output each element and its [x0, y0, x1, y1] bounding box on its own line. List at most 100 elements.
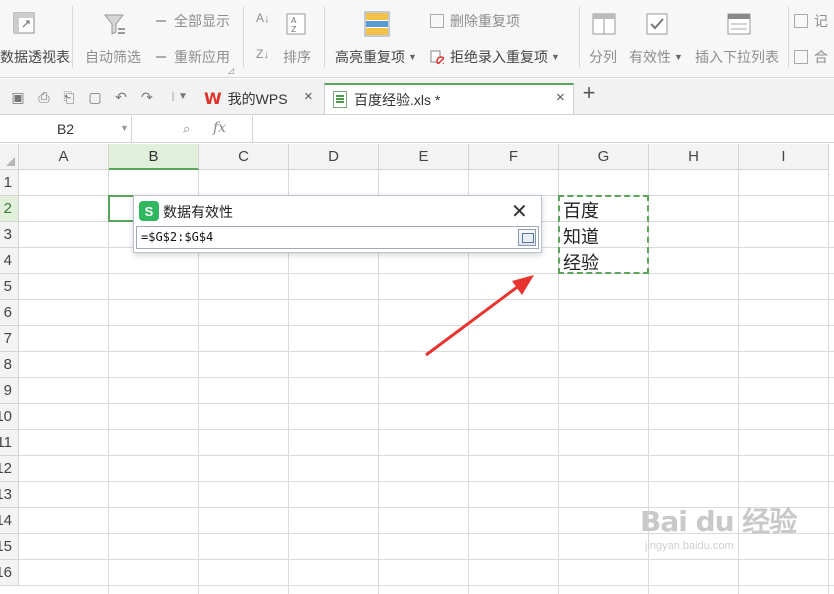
name-box[interactable]: B2: [0, 116, 132, 142]
row-header-8[interactable]: 8: [0, 352, 19, 378]
close-icon[interactable]: ✕: [511, 199, 528, 224]
print-preview-icon[interactable]: ▢: [87, 89, 103, 105]
tab-file[interactable]: 百度经验.xls * ×: [324, 83, 574, 114]
column-header-a[interactable]: A: [19, 144, 109, 170]
autofilter-button[interactable]: 自动筛选: [85, 47, 141, 67]
filter-small-icon: [154, 14, 168, 28]
select-all-corner[interactable]: [0, 144, 19, 170]
range-input[interactable]: =$G$2:$G$4: [136, 226, 539, 249]
reapply-button[interactable]: 重新应用: [154, 47, 230, 67]
row-header-3[interactable]: 3: [0, 222, 19, 248]
column-header-f[interactable]: F: [469, 144, 559, 170]
chevron-down-icon: ▼: [551, 52, 560, 62]
spreadsheet-file-icon: [333, 91, 347, 108]
record-label: 记: [814, 13, 828, 29]
function-icon[interactable]: fx: [213, 120, 226, 136]
formula-input[interactable]: [252, 116, 834, 142]
save-as-icon[interactable]: ⎙: [36, 89, 52, 105]
row-header-4[interactable]: 4: [0, 248, 19, 274]
column-header-b[interactable]: B: [109, 144, 199, 170]
chevron-down-icon: ▼: [408, 52, 417, 62]
merge-icon: [794, 50, 808, 64]
filter-refresh-icon: [154, 50, 168, 64]
row-header-1[interactable]: 1: [0, 170, 19, 196]
row-header-11[interactable]: 11: [0, 430, 19, 456]
column-header-d[interactable]: D: [289, 144, 379, 170]
row-header-12[interactable]: 12: [0, 456, 19, 482]
show-all-button[interactable]: 全部显示: [154, 11, 230, 31]
svg-text:A: A: [291, 16, 297, 25]
highlight-duplicates-button[interactable]: 高亮重复项 ▼: [335, 47, 417, 67]
row-gridline: [19, 403, 834, 404]
filter-options-launcher[interactable]: ◿: [228, 66, 234, 75]
row-header-9[interactable]: 9: [0, 378, 19, 404]
spreadsheet-window: 数据透视表 自动筛选 全部显示 重新应用 ◿ A↓ Z↓ A Z 排序 高亮重复…: [0, 0, 834, 594]
merge-label: 合: [814, 49, 828, 65]
column-gridline: [828, 170, 829, 594]
chevron-down-icon[interactable]: ▼: [120, 123, 129, 133]
dialog-title: 数据有效性: [163, 204, 233, 220]
record-button[interactable]: 记: [794, 11, 828, 31]
tab-file-label: 百度经验.xls *: [354, 91, 441, 108]
annotation-arrow-icon: [425, 275, 534, 357]
row-header-2[interactable]: 2: [0, 196, 19, 222]
insert-dropdown-button[interactable]: 插入下拉列表: [695, 47, 779, 67]
close-icon[interactable]: ×: [556, 89, 565, 106]
column-header-h[interactable]: H: [649, 144, 739, 170]
zoom-search-icon[interactable]: ⌕: [183, 121, 190, 137]
row-gridline: [19, 455, 834, 456]
column-header-c[interactable]: C: [199, 144, 289, 170]
range-picker-icon[interactable]: [518, 229, 536, 246]
pivot-table-icon: [13, 12, 35, 34]
row-header-13[interactable]: 13: [0, 482, 19, 508]
row-gridline: [19, 377, 834, 378]
save-icon[interactable]: ▣: [10, 89, 26, 105]
sort-descending-icon[interactable]: Z↓: [256, 47, 269, 61]
delete-duplicates-button[interactable]: 删除重复项: [430, 11, 520, 31]
split-columns-icon: [592, 13, 616, 35]
row-header-5[interactable]: 5: [0, 274, 19, 300]
data-validation-dialog: S 数据有效性 ✕ =$G$2:$G$4: [133, 195, 542, 253]
row-header-16[interactable]: 16: [0, 560, 19, 586]
pivot-table-button[interactable]: 数据透视表: [0, 47, 70, 67]
svg-text:Z: Z: [291, 25, 297, 34]
sort-ascending-icon[interactable]: A↓: [256, 11, 270, 25]
close-icon[interactable]: ×: [304, 88, 313, 105]
sort-button[interactable]: 排序: [283, 47, 311, 67]
reject-duplicates-label: 拒绝录入重复项: [450, 49, 548, 65]
wps-sheet-app-icon: S: [139, 201, 159, 221]
validation-label: 有效性: [629, 49, 671, 65]
row-header-7[interactable]: 7: [0, 326, 19, 352]
chevron-down-icon[interactable]: ▼: [175, 89, 191, 105]
validation-button[interactable]: 有效性 ▼: [629, 47, 683, 67]
watermark-url: jingyan.baidu.com: [645, 540, 734, 552]
undo-icon[interactable]: ↶: [113, 89, 129, 105]
row-header-14[interactable]: 14: [0, 508, 19, 534]
funnel-icon: [103, 14, 125, 35]
row-header-10[interactable]: 10: [0, 404, 19, 430]
sort-icon: A Z: [286, 13, 306, 35]
column-header-i[interactable]: I: [739, 144, 829, 170]
referenced-range-g2-g4: [558, 195, 649, 274]
column-header-e[interactable]: E: [379, 144, 469, 170]
highlight-duplicates-label: 高亮重复项: [335, 49, 405, 65]
tab-my-wps[interactable]: W 我的WPS ×: [198, 83, 324, 114]
row-gridline: [19, 481, 834, 482]
record-icon: [794, 14, 808, 28]
data-ribbon: 数据透视表 自动筛选 全部显示 重新应用 ◿ A↓ Z↓ A Z 排序 高亮重复…: [0, 0, 834, 78]
merge-button[interactable]: 合: [794, 47, 828, 67]
redo-icon[interactable]: ↷: [139, 89, 155, 105]
new-tab-plus-icon[interactable]: +: [581, 82, 597, 104]
formula-bar: B2 ▼ ⌕ fx: [0, 116, 834, 143]
cell-reference: B2: [56, 121, 75, 137]
reject-duplicates-button[interactable]: 拒绝录入重复项 ▼: [430, 47, 560, 67]
tab-bar: ▣ ⎙ ⎗ ▢ ↶ ↷ | ▼ W 我的WPS × 百度经验.xls * × +: [0, 79, 834, 115]
row-header-15[interactable]: 15: [0, 534, 19, 560]
reject-entry-icon: [430, 50, 444, 64]
row-gridline: [19, 429, 834, 430]
split-columns-button[interactable]: 分列: [589, 47, 617, 67]
column-header-g[interactable]: G: [559, 144, 649, 170]
row-header-6[interactable]: 6: [0, 300, 19, 326]
show-all-label: 全部显示: [174, 13, 230, 29]
print-icon[interactable]: ⎗: [61, 89, 77, 105]
